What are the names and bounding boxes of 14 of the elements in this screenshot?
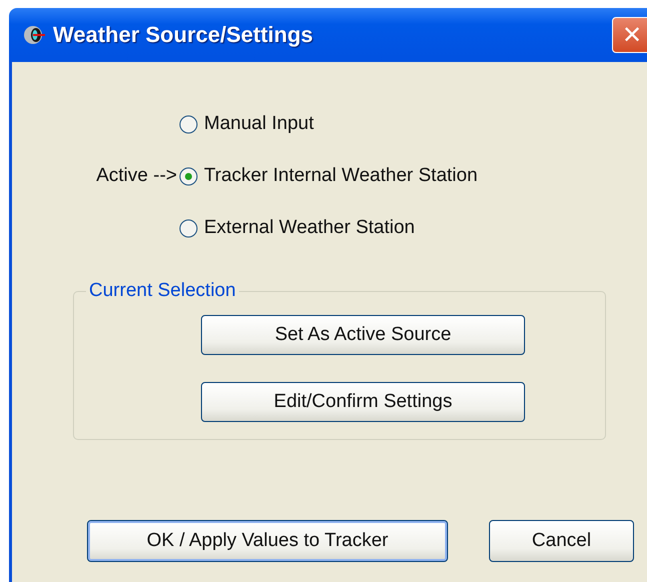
window-title: Weather Source/Settings: [53, 22, 313, 48]
radio-button[interactable]: [179, 218, 198, 238]
edit-settings-button[interactable]: Edit/Confirm Settings: [201, 382, 525, 422]
radio-button[interactable]: [179, 166, 198, 186]
radio-label[interactable]: Tracker Internal Weather Station: [204, 165, 478, 187]
radio-button[interactable]: [179, 114, 198, 134]
ok-button[interactable]: OK / Apply Values to Tracker: [87, 520, 448, 562]
set-active-button[interactable]: Set As Active Source: [201, 315, 525, 355]
radio-label[interactable]: External Weather Station: [204, 217, 415, 239]
active-indicator: Active -->: [96, 165, 177, 187]
radio-label[interactable]: Manual Input: [204, 113, 314, 135]
cancel-button[interactable]: Cancel: [489, 520, 634, 562]
globe-icon: [23, 24, 45, 46]
group-title: Current Selection: [88, 280, 237, 302]
